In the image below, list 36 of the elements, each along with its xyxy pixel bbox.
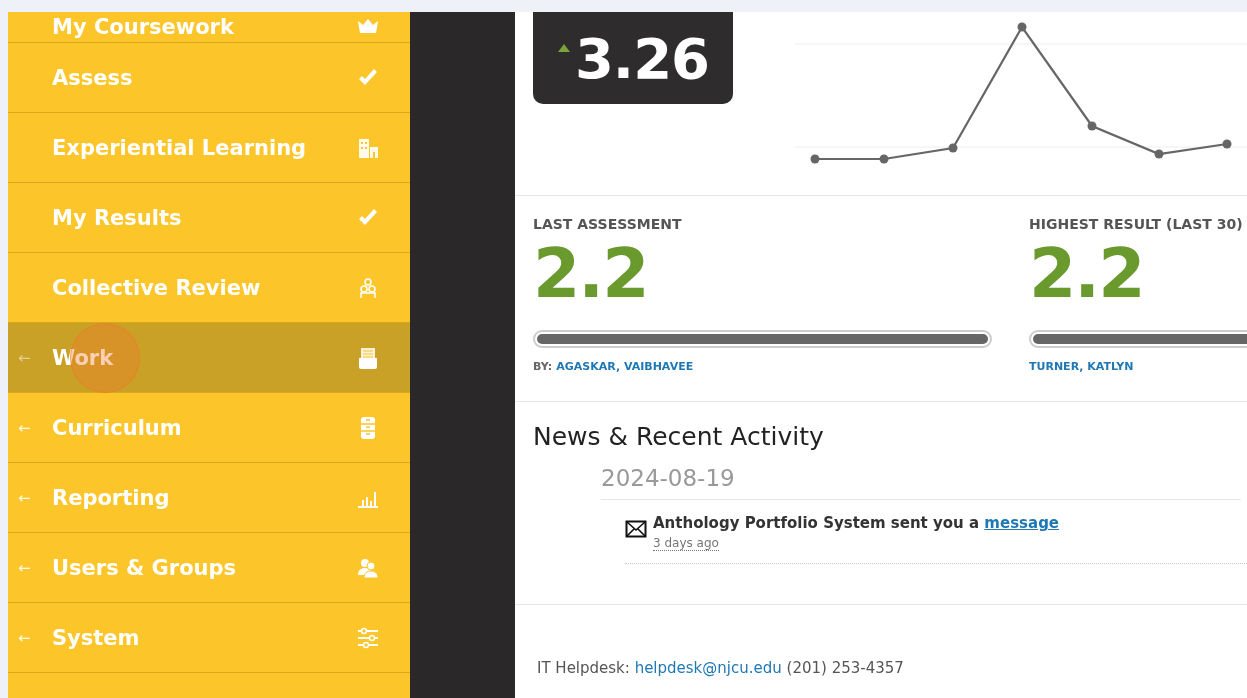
- tray-icon: [356, 345, 380, 370]
- envelope-icon: [625, 520, 647, 538]
- data-point: [810, 154, 820, 164]
- helpdesk-text: IT Helpdesk: helpdesk@njcu.edu (201) 253-4357: [537, 659, 905, 677]
- assessor-link[interactable]: AGASKAR, VAIBHAVEE: [556, 360, 694, 373]
- data-point: [1087, 121, 1097, 131]
- stat-label: LAST ASSESSMENT: [533, 216, 683, 232]
- sidebar-item[interactable]: ← Curriculum: [8, 393, 410, 463]
- back-arrow: ←: [18, 628, 31, 647]
- section-title: News & Recent Activity: [533, 422, 825, 451]
- sliders-icon: [356, 625, 380, 650]
- back-arrow: ←: [18, 488, 31, 507]
- data-point: [1222, 139, 1232, 149]
- score-value: 3.26: [574, 25, 710, 91]
- stat-value: 2.2: [1029, 234, 1145, 314]
- stat-label: HIGHEST RESULT (LAST 30): [1029, 216, 1244, 232]
- assessor-link[interactable]: TURNER, KATLYN: [1029, 360, 1134, 373]
- sidebar-item[interactable]: ← Work: [8, 323, 410, 393]
- sidebar-item[interactable]: Experiential Learning: [8, 113, 410, 183]
- news-date: 2024-08-19: [601, 465, 1241, 500]
- back-arrow: ←: [18, 418, 31, 437]
- back-arrow: ←: [18, 558, 31, 577]
- data-point: [879, 154, 889, 164]
- data-point: [1154, 149, 1164, 159]
- data-point: [948, 143, 958, 153]
- data-point: [1017, 22, 1027, 32]
- message-link[interactable]: message: [984, 514, 1060, 532]
- by-label: BY:: [533, 360, 553, 373]
- timestamp: 3 days ago: [653, 536, 719, 551]
- sidebar-item[interactable]: My Coursework: [8, 12, 410, 43]
- trend-up-icon: [556, 43, 571, 53]
- back-arrow: ←: [18, 348, 31, 367]
- stat-value: 2.2: [533, 234, 649, 314]
- email-link[interactable]: helpdesk@njcu.edu: [634, 659, 782, 677]
- sidebar-item[interactable]: ← Users & Groups: [8, 533, 410, 603]
- activity-text: Anthology Portfolio System sent you a message: [653, 514, 1060, 532]
